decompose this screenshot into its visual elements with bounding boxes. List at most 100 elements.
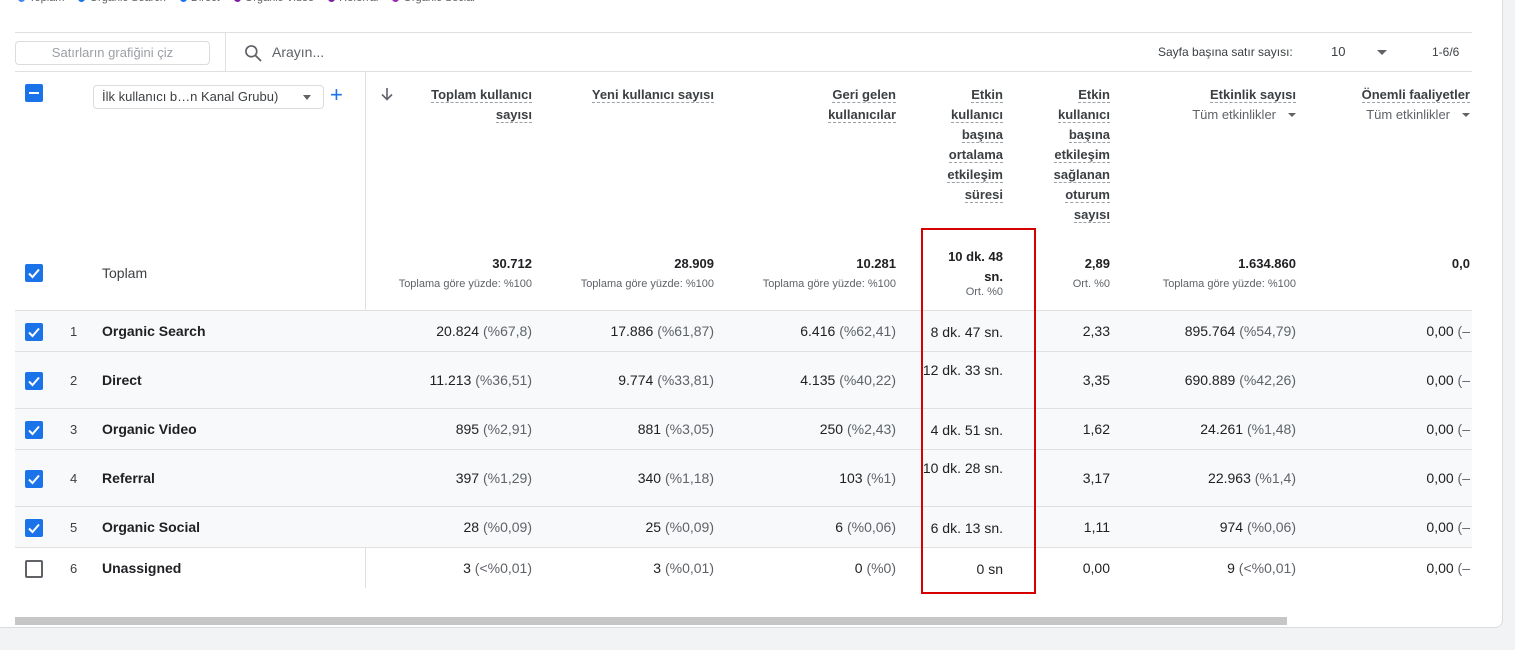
row-name: Organic Video	[102, 420, 197, 437]
data-table: İlk kullanıcı b…n Kanal Grubu) + Toplam …	[15, 71, 1472, 589]
legend-dot-icon	[18, 0, 25, 2]
column-header[interactable]: Toplam kullanıcı sayısı	[431, 85, 532, 125]
column-header[interactable]: Etkin kullanıcı başına ortalama etkileşim sür…	[947, 85, 1003, 205]
rows-per-page-select[interactable]: 10	[1331, 44, 1345, 59]
dimension-select[interactable]: İlk kullanıcı b…n Kanal Grubu)	[93, 85, 324, 109]
legend-label: Toplam	[29, 0, 64, 4]
column-header[interactable]: Geri gelen kullanıcılar	[828, 85, 896, 125]
row-index: 3	[70, 421, 78, 437]
search-icon[interactable]	[243, 43, 263, 63]
column-header-label: sayısı	[1054, 205, 1110, 225]
table-cell: 0,00 (–	[1426, 323, 1470, 339]
row-checkbox[interactable]	[25, 518, 43, 537]
table-cell: 0,00 (–	[1426, 560, 1470, 576]
add-dimension-button[interactable]: +	[330, 84, 343, 106]
column-header-label: başına	[1054, 125, 1110, 145]
cell-percent: (%33,81)	[657, 371, 714, 388]
cell-value: 397	[455, 469, 480, 486]
column-header[interactable]: Etkin kullanıcı başına etkileşim sağlanan otu…	[1053, 85, 1110, 225]
column-header-text: sayısı	[1073, 207, 1110, 223]
cell-value: 1,62	[1082, 420, 1110, 437]
row-index: 4	[70, 470, 78, 486]
chevron-down-icon	[303, 95, 311, 100]
legend-dot-icon	[233, 0, 241, 2]
row-name: Organic Social	[102, 518, 201, 535]
cell-value: 2,33	[1082, 322, 1110, 339]
table-cell: 11.213 (%36,51)	[430, 372, 532, 388]
legend-item[interactable]: Toplam	[18, 0, 64, 4]
table-cell: 0,00 (–	[1426, 421, 1470, 437]
legend-item[interactable]: Direct	[179, 0, 220, 4]
sort-down-icon[interactable]	[380, 86, 394, 102]
legend-item[interactable]: Organic Search	[78, 0, 166, 4]
row-checkbox[interactable]	[25, 322, 43, 341]
cell-value: 895.764	[1184, 322, 1236, 339]
table-row[interactable]: 6 Unassigned 3 (<%0,01) 3 (%0,01) 0 (%0) 0 sn…	[15, 547, 1472, 588]
cell-percent: (–	[1457, 469, 1470, 486]
column-header[interactable]: Etkinlik sayısı Tüm etkinlikler	[1192, 85, 1296, 125]
totals-checkbox[interactable]	[25, 264, 43, 282]
search-input[interactable]: Arayın...	[272, 44, 324, 60]
cell-percent: (–	[1457, 371, 1470, 388]
plot-rows-button[interactable]: Satırların grafiğini çiz	[15, 41, 210, 65]
cell-value: 11.213	[429, 371, 472, 388]
cell-percent: (%40,22)	[839, 371, 896, 388]
column-header-text: sayısı	[495, 107, 532, 123]
table-cell: 1,62	[1083, 421, 1110, 437]
row-name: Organic Search	[102, 322, 206, 339]
legend-item[interactable]: Referral	[328, 0, 378, 4]
cell-value: 103	[839, 469, 863, 486]
cell-value: 3	[653, 559, 662, 576]
event-filter-dropdown[interactable]: Tüm etkinlikler	[1192, 105, 1296, 125]
chevron-down-icon[interactable]	[1377, 50, 1387, 55]
event-filter-label: Tüm etkinlikler	[1366, 107, 1450, 122]
column-header[interactable]: Önemli faaliyetler Tüm etkinlikler	[1361, 85, 1470, 125]
column-header-label: etkileşim	[947, 165, 1003, 185]
table-cell: 2,33	[1083, 323, 1110, 339]
horizontal-scrollbar[interactable]	[15, 617, 1287, 625]
row-checkbox[interactable]	[25, 559, 43, 578]
cell-value: 0,00	[1426, 469, 1454, 486]
report-card: Toplam Organic Search Direct Organic Video R…	[0, 0, 1503, 628]
cell-percent: (–	[1457, 322, 1470, 339]
table-row[interactable]: 5 Organic Social 28 (%0,09) 25 (%0,09) 6 (%0…	[15, 506, 1472, 547]
select-all-checkbox[interactable]	[25, 84, 43, 102]
table-cell: 4.135 (%40,22)	[800, 372, 896, 388]
table-cell: 17.886 (%61,87)	[610, 323, 714, 339]
total-percent: Toplama göre yüzde: %100	[398, 278, 532, 290]
total-value: 28.909	[674, 256, 714, 271]
column-header-text: sağlanan	[1053, 167, 1110, 183]
column-header-label: Toplam kullanıcı	[431, 85, 532, 105]
column-header[interactable]: Yeni kullanıcı sayısı	[591, 85, 714, 105]
cell-percent: (%2,43)	[846, 420, 896, 437]
cell-value: 22.963	[1208, 469, 1251, 486]
legend-dot-icon	[328, 0, 336, 2]
row-checkbox[interactable]	[25, 420, 43, 439]
row-index: 5	[70, 519, 78, 535]
total-percent: Ort. %0	[1072, 278, 1110, 290]
cell-percent: (%2,91)	[482, 420, 532, 437]
cell-percent: (%0)	[866, 559, 896, 576]
table-row[interactable]: 4 Referral 397 (%1,29) 340 (%1,18) 103 (%1) 1…	[15, 449, 1472, 506]
table-cell: 895 (%2,91)	[456, 421, 532, 437]
column-header-label: kullanıcı	[1054, 105, 1110, 125]
row-checkbox[interactable]	[25, 469, 43, 488]
cell-percent: (%42,26)	[1239, 371, 1296, 388]
dimension-select-label: İlk kullanıcı b…n Kanal Grubu)	[102, 89, 279, 104]
table-cell: 9 (<%0,01)	[1227, 560, 1296, 576]
table-row[interactable]: 3 Organic Video 895 (%2,91) 881 (%3,05) 250 …	[15, 408, 1472, 449]
toolbar-divider	[225, 33, 226, 72]
table-cell: 881 (%3,05)	[638, 421, 714, 437]
cell-value: 895	[455, 420, 480, 437]
legend-item[interactable]: Organic Social	[392, 0, 475, 4]
legend-item[interactable]: Organic Video	[233, 0, 314, 4]
table-row[interactable]: 1 Organic Search 20.824 (%67,8) 17.886 (%61…	[15, 310, 1472, 351]
legend-dot-icon	[392, 0, 400, 2]
event-filter-dropdown[interactable]: Tüm etkinlikler	[1362, 105, 1470, 125]
column-header-text: Etkin	[971, 87, 1003, 103]
table-row[interactable]: 2 Direct 11.213 (%36,51) 9.774 (%33,81) 4.13…	[15, 351, 1472, 408]
cell-percent: (%1,4)	[1254, 469, 1296, 486]
check-icon	[28, 474, 40, 484]
row-checkbox[interactable]	[25, 371, 43, 390]
column-header-label: Etkin	[947, 85, 1003, 105]
